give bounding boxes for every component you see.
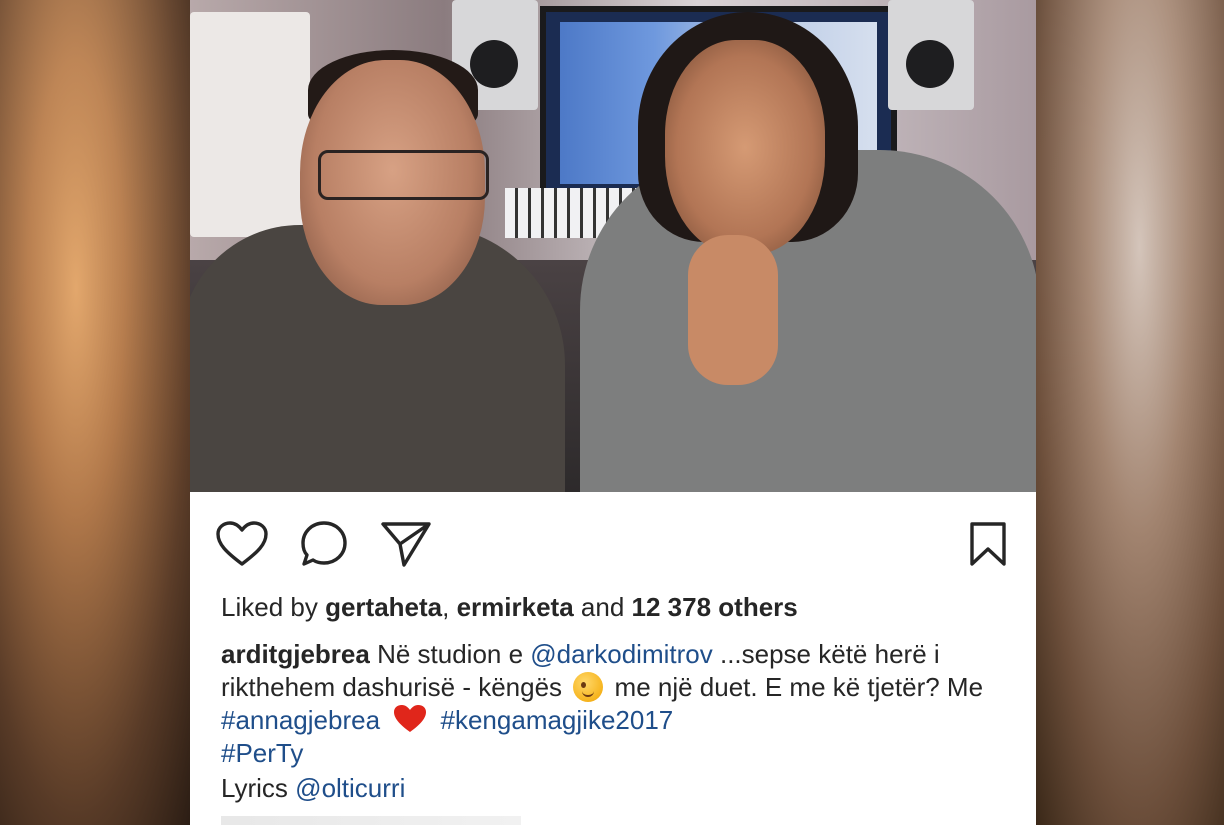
likes-and: and xyxy=(580,592,625,622)
likes-prefix: Liked by xyxy=(221,592,318,622)
caption-text-3: me një duet. E me kë tjetër? Me xyxy=(614,672,984,702)
person-right-head xyxy=(665,40,825,255)
likes-line: Liked by gertaheta, ermirketa and 12 378… xyxy=(221,590,1021,624)
towel xyxy=(190,12,310,237)
like-button[interactable] xyxy=(216,518,268,570)
winking-face-emoji xyxy=(573,672,604,702)
paper-plane-icon xyxy=(381,522,431,567)
blurred-backdrop-left xyxy=(0,0,190,825)
cut-off-text-line xyxy=(221,816,521,825)
comment-bubble-icon xyxy=(301,521,347,566)
share-button[interactable] xyxy=(380,518,432,570)
liker-link-1[interactable]: gertaheta xyxy=(325,592,442,622)
mention-darkodimitrov[interactable]: @darkodimitrov xyxy=(530,639,712,669)
blurred-backdrop-right xyxy=(1036,0,1224,825)
hashtag-kengamagjike2017[interactable]: #kengamagjike2017 xyxy=(441,705,674,735)
person-right-hand xyxy=(688,235,778,385)
post-caption: arditgjebrea Në studion e @darkodimitrov… xyxy=(221,638,1011,770)
instagram-post: Liked by gertaheta, ermirketa and 12 378… xyxy=(190,0,1036,825)
caption-text-1: Në studion e xyxy=(377,639,524,669)
likes-separator: , xyxy=(442,592,450,622)
studio-speaker-right xyxy=(888,0,974,110)
likes-count-link[interactable]: 12 378 others xyxy=(632,592,798,622)
heart-outline-icon xyxy=(216,521,268,566)
post-photo[interactable] xyxy=(190,0,1036,492)
hashtag-annagjebrea[interactable]: #annagjebrea xyxy=(221,705,380,735)
comment-button[interactable] xyxy=(298,518,350,570)
lyrics-label: Lyrics xyxy=(221,773,288,803)
liker-link-2[interactable]: ermirketa xyxy=(457,592,574,622)
post-actions-bar xyxy=(190,500,1036,584)
glasses xyxy=(318,150,489,200)
caption-username[interactable]: arditgjebrea xyxy=(221,639,370,669)
screenshot-stage: Liked by gertaheta, ermirketa and 12 378… xyxy=(0,0,1224,825)
red-heart-emoji xyxy=(394,705,427,732)
lyrics-line: Lyrics @olticurri xyxy=(221,772,1011,805)
mention-olticurri[interactable]: @olticurri xyxy=(295,773,405,803)
save-button[interactable] xyxy=(962,518,1014,570)
hashtag-perty[interactable]: #PerTy xyxy=(221,738,303,768)
bookmark-icon xyxy=(970,522,1006,566)
